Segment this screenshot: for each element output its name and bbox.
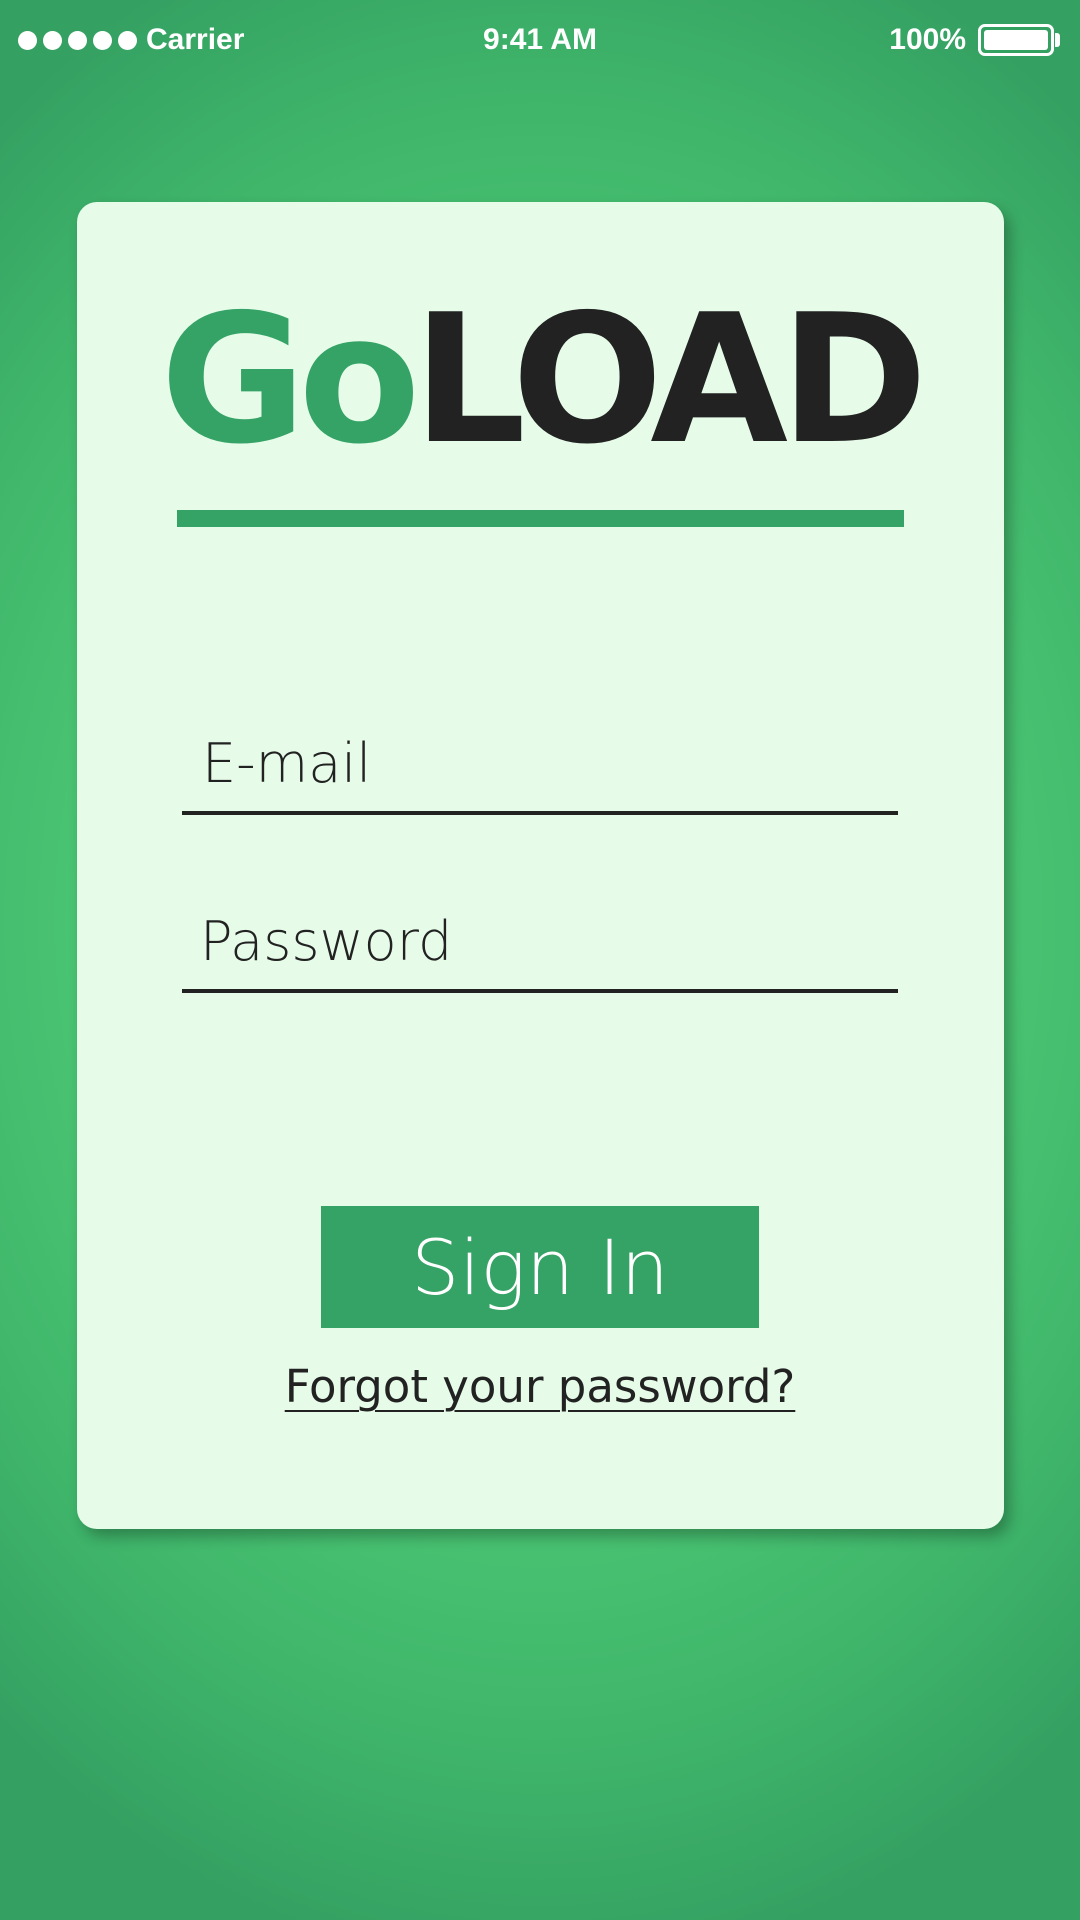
battery-percent: 100%	[889, 23, 966, 56]
email-field-wrapper	[182, 725, 898, 815]
status-bar: Carrier 9:41 AM 100%	[0, 0, 1080, 84]
sign-in-button[interactable]: Sign In	[321, 1206, 759, 1328]
password-field[interactable]	[182, 903, 898, 993]
password-field-wrapper	[182, 903, 898, 993]
battery-tip	[1055, 33, 1060, 47]
battery-level-fill	[984, 30, 1048, 50]
logo-go-text: Go	[160, 276, 420, 483]
battery-icon	[978, 24, 1054, 56]
app-logo: GoLOAD	[0, 285, 1080, 475]
email-field[interactable]	[182, 725, 898, 815]
logo-underline-divider	[177, 510, 904, 527]
forgot-password-link[interactable]: Forgot your password?	[0, 1360, 1080, 1413]
logo-load-text: LOAD	[412, 276, 928, 483]
